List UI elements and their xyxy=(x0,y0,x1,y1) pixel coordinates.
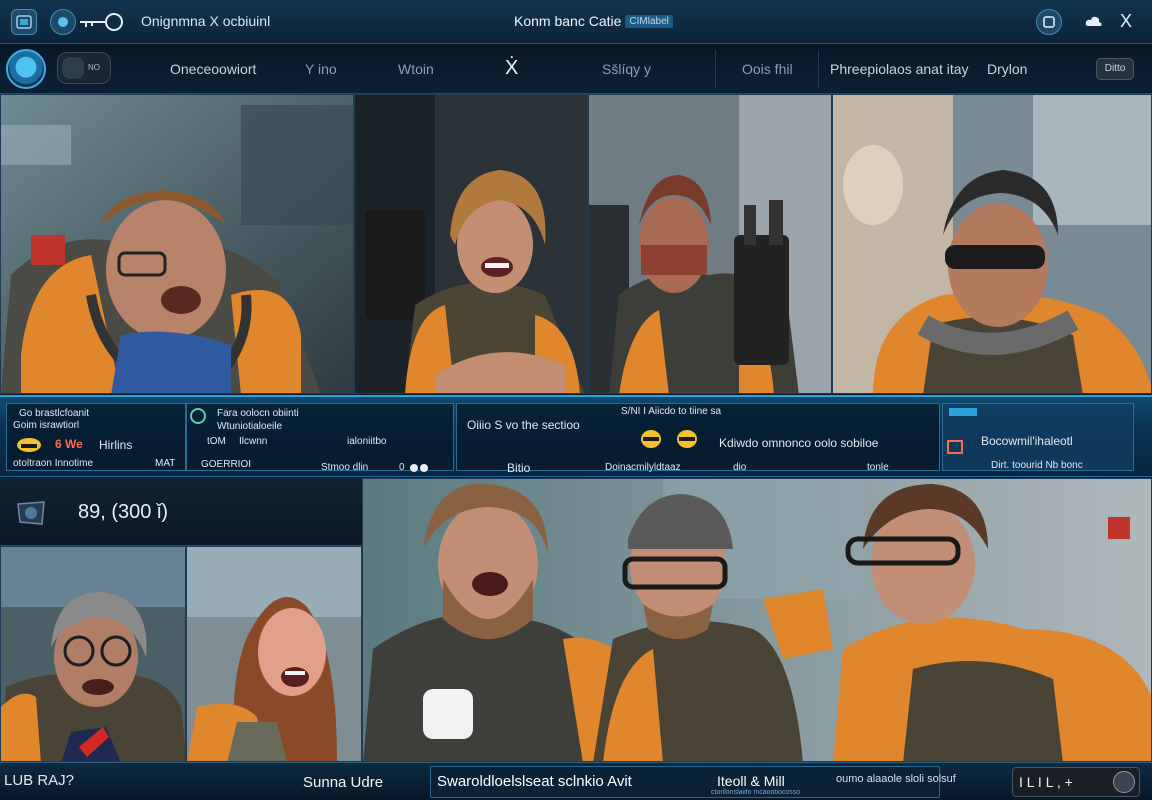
stat-card-3-line4: Bitio xyxy=(507,461,531,475)
nav-item-view[interactable]: Y ino xyxy=(305,61,337,77)
stat-card-2-line1: Fara oolocn obiinti xyxy=(217,408,299,419)
app-menu-button[interactable] xyxy=(11,9,37,35)
key-icon[interactable] xyxy=(78,12,124,32)
stat-card-1-highlight: 6 We xyxy=(55,437,83,451)
stat-card-4-line1: Bocowmil'ihaleotl xyxy=(981,434,1073,448)
stat-card-3-line7: tonle xyxy=(867,462,889,473)
profile-button[interactable] xyxy=(1036,9,1062,35)
stat-card-3-line1: Oiiio S vo the sectioo xyxy=(467,418,580,432)
player-photo-1 xyxy=(1,95,353,393)
helmet-icon xyxy=(17,438,41,452)
nav-divider xyxy=(715,50,716,88)
nav-item-win[interactable]: Wtoin xyxy=(398,61,434,77)
alert-icon xyxy=(947,440,963,454)
window-icon xyxy=(16,15,32,29)
news-ticker[interactable]: Swaroldloelslseat sclnkio Avit Iteoll & … xyxy=(430,766,956,798)
photo-panel-1[interactable] xyxy=(0,94,354,394)
bottom-left-label[interactable]: LUB RAJ? xyxy=(4,772,74,789)
stat-card-1-line1: Go brastlcfoanit xyxy=(19,408,90,419)
photo-panel-5[interactable] xyxy=(0,546,186,762)
stat-card-3[interactable]: Oiiio S vo the sectioo S/NI I Aiicdo to … xyxy=(456,403,940,475)
toggle-knob xyxy=(62,57,84,79)
player-photo-3 xyxy=(589,95,831,393)
stat-card-3-line6: dio xyxy=(733,462,747,473)
settings-icon[interactable] xyxy=(1113,771,1135,793)
ticker-text-2: Iteoll & Mill xyxy=(717,773,785,789)
badge-icon[interactable] xyxy=(16,500,46,526)
stat-card-1-line4: otoltraon Innotime xyxy=(13,458,94,469)
bottom-right-label: I L I L , + xyxy=(1019,774,1073,790)
toggle-label: NO xyxy=(88,63,100,72)
counter-value: 89, (300 ǐ) xyxy=(78,501,169,523)
cloud-icon[interactable] xyxy=(1084,12,1104,32)
stat-card-1[interactable]: Go brastlcfoanit Goim israwtiorl 6 We Hi… xyxy=(6,403,186,471)
nav-bar: NO Oneceoowiort Y ino Wtoin Ẋ Sšlíqy y O… xyxy=(0,44,1152,94)
nav-item-style[interactable]: Sšlíqy y xyxy=(602,61,651,77)
nav-item-overview[interactable]: Oneceoowiort xyxy=(170,61,256,77)
nav-item-preferences[interactable]: Phreepiolaos anat itay xyxy=(830,61,969,77)
ticker-text-1: Swaroldloelslseat sclnkio Avit xyxy=(437,773,632,790)
signal-icon xyxy=(949,408,977,416)
stat-card-2-line6: GOERRIOI xyxy=(201,459,252,470)
player-photo-5 xyxy=(1,547,185,761)
stat-card-2-line8: 0 xyxy=(399,462,405,473)
avatar[interactable] xyxy=(6,49,46,89)
app-title: Onignmna X ocbiuinl xyxy=(141,13,271,29)
stat-card-2-line7: Stmoo dlin xyxy=(321,462,369,473)
target-icon xyxy=(190,408,206,424)
stat-card-4[interactable]: Bocowmil'ihaleotl Dirt. toourid Nb bonc xyxy=(942,403,1134,471)
photo-panel-6[interactable] xyxy=(186,546,362,762)
stat-card-1-line3: Hirlins xyxy=(99,438,133,452)
stat-card-3-line5: Doinacmilyldtaaz xyxy=(605,462,681,473)
photo-panel-main[interactable] xyxy=(362,478,1152,762)
stat-card-1-line2: Goim israwtiorl xyxy=(13,420,80,431)
dot-icon xyxy=(58,17,68,27)
user-icon xyxy=(1043,16,1055,28)
window-title-text: Konm banc Catie xyxy=(514,13,622,29)
record-button[interactable] xyxy=(50,9,76,35)
bottom-mid-label[interactable]: Sunna Udre xyxy=(303,774,383,791)
photo-panel-3[interactable] xyxy=(588,94,832,394)
window-title: Konm banc Catie CIMlabel xyxy=(514,13,673,29)
mode-toggle[interactable]: NO xyxy=(57,52,111,84)
window-title-pill: CIMlabel xyxy=(625,15,673,28)
stat-card-4-line2: Dirt. toourid Nb bonc xyxy=(991,460,1083,471)
counter-bar: 89, (300 ǐ) xyxy=(0,478,362,546)
nav-x-icon[interactable]: Ẋ xyxy=(505,57,518,80)
player-photo-2 xyxy=(355,95,587,393)
dots-icon xyxy=(410,464,428,472)
stat-card-1-line5: MAT xyxy=(155,458,176,469)
bottom-right-control[interactable]: I L I L , + xyxy=(1012,767,1140,797)
stat-card-2-line2: Wtuniotialoeile xyxy=(217,421,283,432)
ticker-text-4: ctorilonslaiito mcaootiocosso xyxy=(711,789,801,796)
nav-divider xyxy=(818,50,819,88)
bottom-bar: LUB RAJ? Sunna Udre Swaroldloelslseat sc… xyxy=(0,762,1152,800)
stat-card-3-line2: S/NI I Aiicdo to tiine sa xyxy=(621,406,722,417)
nav-item-display[interactable]: Drylon xyxy=(987,61,1027,77)
ticker-text-3: oumo alaaole sloli solsuf xyxy=(836,773,956,785)
stat-card-2-line3: tOM xyxy=(207,436,226,447)
stat-card-2[interactable]: Fara oolocn obiinti Wtuniotialoeile tOM … xyxy=(186,403,454,473)
player-photo-6 xyxy=(187,547,361,761)
nav-badge[interactable]: Ditto xyxy=(1096,58,1134,80)
close-button[interactable]: X xyxy=(1115,10,1137,32)
photo-panel-4[interactable] xyxy=(832,94,1152,394)
title-bar: Onignmna X ocbiuinl Konm banc Catie CIMla… xyxy=(0,0,1152,44)
stat-card-2-line4: Ilcwnn xyxy=(239,436,268,447)
nav-item-tools[interactable]: Oois fhil xyxy=(742,61,793,77)
info-strip: Go brastlcfoanit Goim israwtiorl 6 We Hi… xyxy=(0,395,1152,477)
stat-card-3-line3: Kdiwdo omnonco oolo sobiloe xyxy=(719,436,879,450)
photo-panel-2[interactable] xyxy=(354,94,588,394)
team-photo xyxy=(363,479,1151,761)
stat-card-2-line5: ialoniitbo xyxy=(347,436,387,447)
helmet-pair-icon xyxy=(641,430,697,448)
player-photo-4 xyxy=(833,95,1151,393)
